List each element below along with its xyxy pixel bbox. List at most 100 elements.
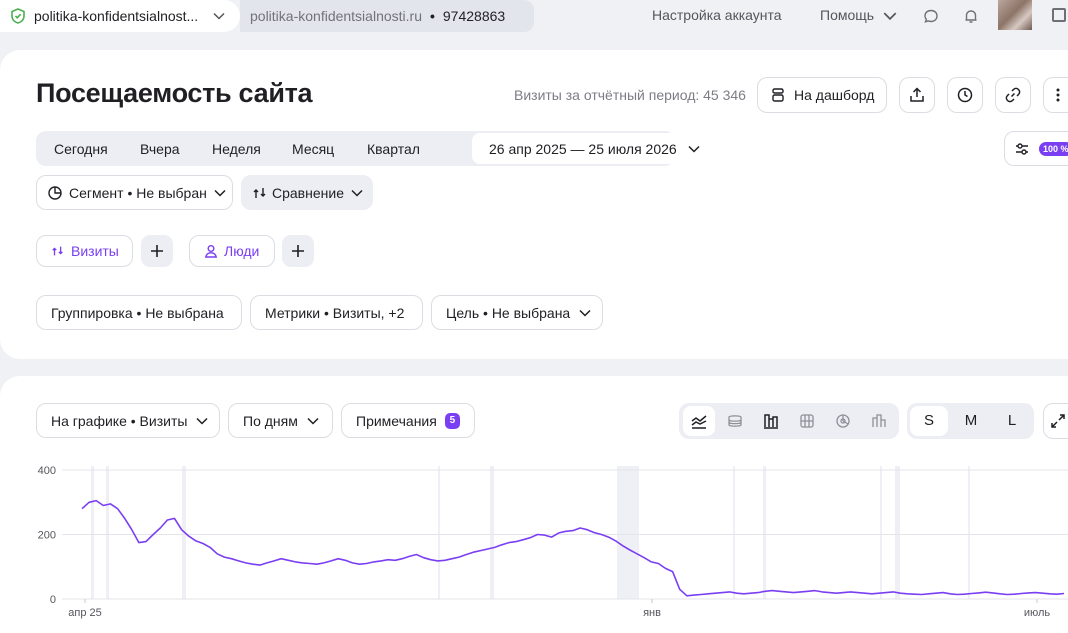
holiday-band xyxy=(91,466,94,599)
x-tick-label: янв xyxy=(643,607,661,619)
period-selector: Сегодня Вчера Неделя Месяц Квартал 26 ап… xyxy=(36,131,709,166)
avatar[interactable] xyxy=(998,0,1032,30)
visits-total: Визиты за отчётный период: 45 346 xyxy=(514,87,746,103)
pie-chart-icon[interactable] xyxy=(834,412,852,430)
chevron-down-icon[interactable] xyxy=(882,8,898,24)
export-icon xyxy=(910,87,924,102)
add-to-dashboard-button[interactable]: На дашборд xyxy=(757,77,887,113)
segment-label: Сегмент • Не выбран xyxy=(69,184,207,201)
metrics-label: Метрики • Визиты, +2 xyxy=(265,304,405,321)
size-l-option[interactable]: L xyxy=(995,412,1029,429)
holiday-band xyxy=(733,466,735,599)
chevron-down-icon xyxy=(688,145,700,153)
holiday-band xyxy=(968,466,970,599)
comparison-label: Сравнение xyxy=(272,184,344,201)
report-visits-label: Визиты xyxy=(71,243,119,259)
grouping-label: Группировка • Не выбрана xyxy=(51,304,224,321)
series-line-visits xyxy=(81,499,1065,597)
period-yesterday[interactable]: Вчера xyxy=(140,141,180,157)
plus-icon xyxy=(151,245,163,257)
holiday-band xyxy=(490,466,494,599)
metrics-selector[interactable]: Метрики • Визиты, +2 xyxy=(250,295,423,330)
goal-selector[interactable]: Цель • Не выбрана xyxy=(431,295,603,330)
counter-domain: politika-konfidentsialnosti.ru xyxy=(250,8,422,24)
report-people[interactable]: Люди xyxy=(189,235,275,267)
detail-selector[interactable]: По дням xyxy=(228,403,333,438)
period-today[interactable]: Сегодня xyxy=(54,141,108,157)
shield-icon xyxy=(11,8,25,24)
chevron-down-icon xyxy=(579,309,591,317)
compare-icon xyxy=(253,187,266,198)
y-tick-label: 400 xyxy=(38,465,56,477)
expand-chart-button[interactable] xyxy=(1043,403,1068,439)
detail-label: По дням xyxy=(243,412,298,429)
column-chart-icon[interactable] xyxy=(870,412,888,430)
x-tick-label: июль xyxy=(1024,607,1051,619)
date-range-label: 26 апр 2025 — 25 июля 2026 xyxy=(489,140,677,157)
holiday-band xyxy=(438,466,440,599)
bar-chart-icon[interactable] xyxy=(762,412,780,430)
grouping-selector[interactable]: Группировка • Не выбрана xyxy=(36,295,242,330)
help-menu[interactable]: Помощь xyxy=(820,7,874,23)
goal-label: Цель • Не выбрана xyxy=(446,304,571,321)
counter-separator: • xyxy=(429,8,435,24)
segment-icon xyxy=(48,185,62,200)
chart-metric-selector[interactable]: На графике • Визиты xyxy=(36,403,220,438)
holiday-band xyxy=(880,466,882,599)
visits-line-chart: 0 200 400 апр 25 янв июль xyxy=(38,465,1068,619)
holiday-band xyxy=(895,466,900,599)
account-settings-link[interactable]: Настройка аккаунта xyxy=(652,7,782,23)
notes-count-badge: 5 xyxy=(444,412,460,429)
table-grid-icon[interactable] xyxy=(798,412,816,430)
bell-icon[interactable] xyxy=(962,7,980,25)
account-switch-icon[interactable] xyxy=(1052,8,1066,22)
notes-label: Примечания xyxy=(356,412,437,429)
add-visits-report-button[interactable] xyxy=(141,235,173,267)
period-week[interactable]: Неделя xyxy=(212,141,261,157)
chat-icon[interactable] xyxy=(922,7,940,25)
chart-type-switcher xyxy=(679,403,899,439)
chart-size-switcher: S M L xyxy=(907,403,1034,439)
date-range-picker[interactable]: 26 апр 2025 — 25 июля 2026 xyxy=(472,133,709,164)
chevron-down-icon xyxy=(307,417,319,425)
sampling-badge: 100 % xyxy=(1039,141,1068,156)
area-stack-icon[interactable] xyxy=(726,412,744,430)
page-title: Посещаемость сайта xyxy=(36,78,313,108)
counter-id: 97428863 xyxy=(442,8,506,24)
export-button[interactable] xyxy=(899,77,935,113)
clock-icon xyxy=(957,87,973,103)
report-people-label: Люди xyxy=(224,243,260,259)
segment-selector[interactable]: Сегмент • Не выбран xyxy=(36,175,233,210)
period-month[interactable]: Месяц xyxy=(292,141,334,157)
holiday-band xyxy=(106,466,109,599)
dashboard-icon xyxy=(772,88,784,102)
line-chart-icon[interactable] xyxy=(690,412,708,430)
link-icon xyxy=(1005,87,1021,103)
sampling-button[interactable]: 100 % xyxy=(1004,131,1068,166)
more-vertical-icon xyxy=(1056,88,1060,102)
holiday-band xyxy=(617,466,639,599)
report-visits[interactable]: Визиты xyxy=(36,235,133,267)
chevron-down-icon xyxy=(351,189,363,197)
size-m-option[interactable]: M xyxy=(954,412,988,429)
period-quarter[interactable]: Квартал xyxy=(367,141,420,157)
chevron-down-icon xyxy=(213,12,225,20)
expand-icon xyxy=(1051,414,1065,428)
y-tick-label: 200 xyxy=(38,530,56,542)
plus-icon xyxy=(292,245,304,257)
share-link-button[interactable] xyxy=(995,77,1031,113)
add-people-report-button[interactable] xyxy=(282,235,314,267)
comparison-selector[interactable]: Сравнение xyxy=(241,175,373,210)
size-s-option[interactable]: S xyxy=(912,412,946,429)
counter-selector[interactable]: politika-konfidentsialnosti.ru • 9742886… xyxy=(240,0,534,32)
dashboard-button-label: На дашборд xyxy=(794,87,875,103)
y-tick-label: 0 xyxy=(50,594,56,606)
site-selector[interactable]: politika-konfidentsialnost... xyxy=(0,0,240,32)
more-button[interactable] xyxy=(1043,77,1068,113)
chevron-down-icon xyxy=(214,189,226,197)
site-name: politika-konfidentsialnost... xyxy=(34,8,199,24)
holiday-band xyxy=(763,466,766,599)
notes-button[interactable]: Примечания 5 xyxy=(341,403,475,438)
person-icon xyxy=(204,245,218,258)
history-button[interactable] xyxy=(947,77,983,113)
